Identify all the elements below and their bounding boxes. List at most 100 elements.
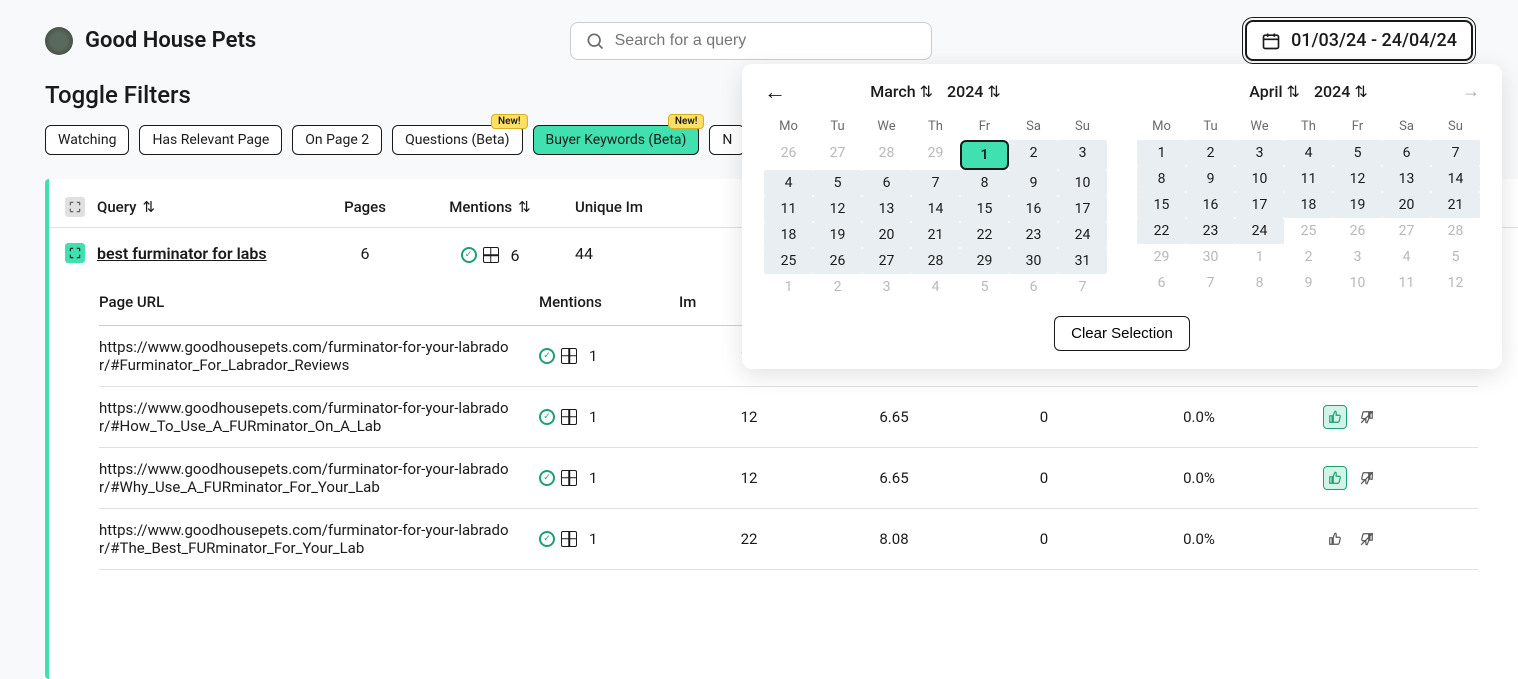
year-selector[interactable]: 2024 ⇅ [1314,82,1368,101]
calendar-day[interactable]: 26 [813,248,862,274]
calendar-day[interactable]: 3 [1058,140,1107,170]
calendar-day[interactable]: 25 [764,248,813,274]
clear-selection-button[interactable]: Clear Selection [1054,316,1190,351]
calendar-day[interactable]: 12 [813,196,862,222]
grid-icon [561,409,577,425]
calendar-day[interactable]: 4 [764,170,813,196]
thumbs-up-button[interactable] [1323,405,1347,429]
year-selector[interactable]: 2024 ⇅ [947,82,1001,101]
calendar-day[interactable]: 16 [1186,192,1235,218]
thumbs-down-button[interactable] [1355,527,1379,551]
thumbs-up-button[interactable] [1323,527,1347,551]
calendar-day[interactable]: 10 [1235,166,1284,192]
calendar-day[interactable]: 8 [960,170,1009,196]
calendar-day[interactable]: 24 [1058,222,1107,248]
date-range-label: 01/03/24 - 24/04/24 [1291,30,1457,51]
search-box[interactable] [570,22,932,60]
col-mentions[interactable]: Mentions [539,293,679,311]
col-page-url[interactable]: Page URL [99,293,539,311]
page-url[interactable]: https://www.goodhousepets.com/furminator… [99,338,539,374]
calendar-day[interactable]: 1 [1137,140,1186,166]
calendar-day[interactable]: 28 [911,248,960,274]
search-input[interactable] [615,32,917,50]
mentions-value: 6 [511,246,520,265]
impr-value: 12 [679,469,819,487]
calendar-day[interactable]: 22 [1137,218,1186,244]
calendar-day[interactable]: 5 [813,170,862,196]
dow-label: Th [1284,113,1333,140]
next-month-button[interactable]: → [1462,81,1480,102]
calendar-day[interactable]: 19 [1333,192,1382,218]
month-selector[interactable]: March ⇅ [870,82,933,101]
calendar-day[interactable]: 12 [1333,166,1382,192]
calendar-day[interactable]: 18 [764,222,813,248]
calendar-day[interactable]: 14 [911,196,960,222]
calendar-icon [1261,31,1281,51]
calendar-day[interactable]: 5 [1333,140,1382,166]
calendar-day[interactable]: 21 [1431,192,1480,218]
calendar-day[interactable]: 1 [960,140,1009,170]
thumbs-down-button[interactable] [1355,405,1379,429]
date-range-button[interactable]: 01/03/24 - 24/04/24 [1245,20,1473,61]
filter-chip[interactable]: Buyer Keywords (Beta)New! [533,125,700,155]
calendar-day[interactable]: 7 [1431,140,1480,166]
calendar-day[interactable]: 18 [1284,192,1333,218]
calendar-day[interactable]: 8 [1137,166,1186,192]
thumbs-up-button[interactable] [1323,466,1347,490]
calendar-day[interactable]: 17 [1058,196,1107,222]
calendar-day[interactable]: 13 [1382,166,1431,192]
calendar-day: 28 [1431,218,1480,244]
filter-chip[interactable]: Has Relevant Page [139,125,282,155]
thumbs-down-button[interactable] [1355,466,1379,490]
calendar-day[interactable]: 9 [1009,170,1058,196]
calendar-day[interactable]: 2 [1009,140,1058,170]
expand-row-icon[interactable] [65,243,85,263]
col-unique-impressions[interactable]: Unique Im [575,198,715,216]
calendar-day[interactable]: 20 [862,222,911,248]
calendar-day[interactable]: 14 [1431,166,1480,192]
calendar-day[interactable]: 6 [1382,140,1431,166]
calendar-day[interactable]: 16 [1009,196,1058,222]
calendar-day[interactable]: 10 [1058,170,1107,196]
page-url[interactable]: https://www.goodhousepets.com/furminator… [99,460,539,496]
filter-chip[interactable]: On Page 2 [292,125,382,155]
ctr-value: 0.0% [1119,469,1279,487]
calendar-day[interactable]: 22 [960,222,1009,248]
col-pages[interactable]: Pages [325,198,405,216]
calendar-day[interactable]: 30 [1009,248,1058,274]
calendar-day[interactable]: 20 [1382,192,1431,218]
month-selector[interactable]: April ⇅ [1249,82,1300,101]
calendar-day[interactable]: 29 [960,248,1009,274]
calendar-day[interactable]: 4 [1284,140,1333,166]
query-link[interactable]: best furminator for labs [97,244,267,263]
calendar-day[interactable]: 27 [862,248,911,274]
calendar-day[interactable]: 9 [1186,166,1235,192]
col-query[interactable]: Query⇅ [97,198,155,216]
calendar-day[interactable]: 23 [1186,218,1235,244]
page-url[interactable]: https://www.goodhousepets.com/furminator… [99,399,539,435]
dow-label: Su [1058,113,1107,140]
calendar-day[interactable]: 3 [1235,140,1284,166]
expand-all-icon[interactable] [65,197,85,217]
filter-chip[interactable]: Watching [45,125,129,155]
calendar-day[interactable]: 23 [1009,222,1058,248]
page-url[interactable]: https://www.goodhousepets.com/furminator… [99,521,539,557]
calendar-day[interactable]: 15 [1137,192,1186,218]
filter-chip[interactable]: Questions (Beta)New! [392,125,522,155]
filter-chip[interactable]: N [709,125,745,155]
calendar-day[interactable]: 11 [764,196,813,222]
calendar-day[interactable]: 21 [911,222,960,248]
calendar-day[interactable]: 2 [1186,140,1235,166]
prev-month-button[interactable]: ← [764,79,786,105]
col-mentions[interactable]: Mentions⇅ [425,198,555,216]
calendar-day[interactable]: 19 [813,222,862,248]
calendar-day[interactable]: 6 [862,170,911,196]
calendar-day[interactable]: 17 [1235,192,1284,218]
calendar-day[interactable]: 31 [1058,248,1107,274]
calendar-day: 27 [813,140,862,170]
calendar-day[interactable]: 13 [862,196,911,222]
calendar-day[interactable]: 7 [911,170,960,196]
calendar-day[interactable]: 15 [960,196,1009,222]
calendar-day[interactable]: 11 [1284,166,1333,192]
calendar-day[interactable]: 24 [1235,218,1284,244]
